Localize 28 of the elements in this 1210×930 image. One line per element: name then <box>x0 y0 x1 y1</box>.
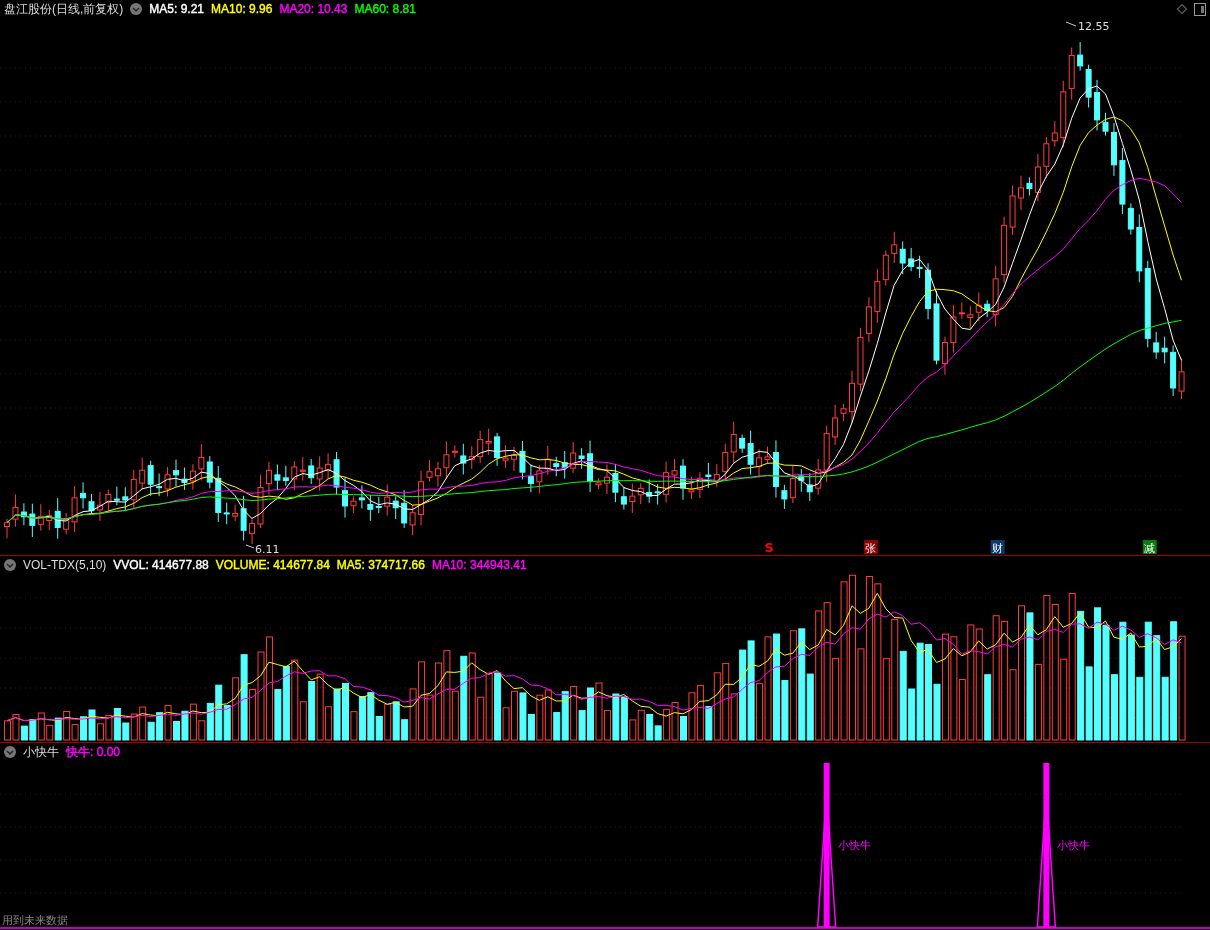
diamond-icon[interactable] <box>1177 4 1187 14</box>
dropdown-icon[interactable] <box>4 746 16 758</box>
signal-label: 小快牛 <box>1057 839 1091 852</box>
indicator-value: MA60: 8.81 <box>354 2 416 16</box>
indicator-value: MA5: 374717.66 <box>336 558 425 572</box>
price-label: 6.11 <box>255 543 280 555</box>
indicator-value: MA10: 9.96 <box>211 2 273 16</box>
event-marker[interactable]: S <box>764 540 774 555</box>
indicator-value: VVOL: 414677.88 <box>113 558 209 572</box>
indicator-value: VOLUME: 414677.84 <box>215 558 330 572</box>
indicator-value: 快牛: 0.00 <box>66 743 121 761</box>
leader-line <box>245 544 255 549</box>
warning-note: 用到未来数据 <box>2 914 68 927</box>
price-label: 12.55 <box>1078 20 1110 33</box>
panel-icon[interactable] <box>1194 2 1206 16</box>
panel-title: VOL-TDX(5,10) <box>23 558 107 572</box>
indicator-value: MA20: 10.43 <box>279 2 348 16</box>
leader-line <box>1065 21 1077 27</box>
panel-title: 小快牛 <box>23 743 59 761</box>
dropdown-icon[interactable] <box>4 559 16 571</box>
chart-title: 盘江股份(日线,前复权) <box>4 0 124 18</box>
indicator-value: MA5: 9.21 <box>149 2 205 16</box>
event-badge[interactable]: 财 <box>990 540 1005 555</box>
event-badge[interactable]: 张 <box>863 540 878 555</box>
signal-label: 小快牛 <box>837 839 871 852</box>
event-badge[interactable]: 减 <box>1142 540 1157 555</box>
indicator-value: MA10: 344943.41 <box>431 558 527 572</box>
dropdown-icon[interactable] <box>130 3 143 15</box>
